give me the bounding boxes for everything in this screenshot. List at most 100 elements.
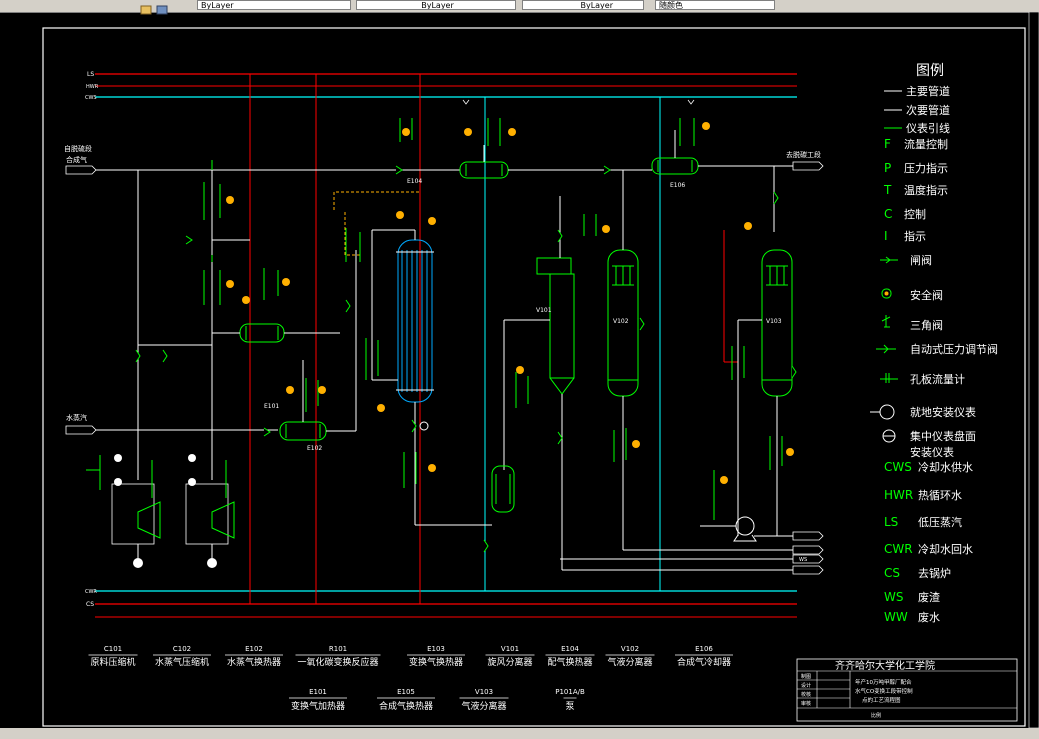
legend-symbol-icon (881, 315, 891, 328)
equipment-tag: E103 (427, 645, 445, 653)
legend-symbol-icon (881, 288, 892, 299)
legend-label: 热循环水 (918, 489, 962, 502)
legend-symbol: CWS (884, 460, 912, 474)
equipment-list-row1: C101 原料压缩机 C102 水蒸气压缩机 E102 水蒸气换热器 R101 一氧化碳变换反… (88, 645, 733, 668)
legend-label: 流量控制 (904, 137, 948, 151)
legend-item: 三角阀 (881, 315, 943, 332)
compressor-c102 (185, 483, 235, 562)
legend-item: CWS 冷却水供水 (884, 460, 973, 474)
instrument-indicators (226, 122, 794, 484)
legend-symbol: P (884, 161, 891, 175)
legend-item: 闸阀 (880, 253, 932, 267)
lineweight-dropdown[interactable]: ByLayer (522, 0, 644, 10)
legend-item: CS 去锅炉 (884, 566, 951, 580)
ls-label: LS (87, 71, 94, 78)
legend-label: 闸阀 (910, 253, 932, 267)
equipment-name: 泵 (565, 701, 574, 712)
equipment-tag: C102 (173, 645, 191, 653)
exchanger-e106 (651, 157, 699, 175)
equipment-list-row2: E101 变换气加热器 E105 合成气换热器 V103 气液分离器 P101A/B 泵 (289, 688, 585, 712)
legend-symbol-icon (876, 344, 896, 354)
legend-item: 就地安装仪表 (870, 404, 976, 420)
equipment-tag: V102 (621, 645, 639, 653)
inlet-syngas-label: 合成气 (66, 155, 87, 164)
exchanger-e104 (459, 161, 509, 179)
linetype-dropdown[interactable]: ByLayer (356, 0, 516, 10)
equipment-entry: R101 一氧化碳变换反应器 (295, 645, 381, 668)
legend-symbol: HWR (884, 488, 913, 502)
status-bar (0, 728, 1039, 739)
ws-outlet-label: WS (799, 557, 807, 563)
exchanger-e105 (491, 465, 515, 513)
title-line-2: 点的工艺流程图 (862, 696, 901, 704)
legend-label: 三角阀 (910, 318, 943, 332)
equipment-tag: E104 (561, 645, 579, 653)
reactor-r101 (396, 230, 434, 431)
title-line-1: 水气CO变换工段带控制 (855, 687, 913, 695)
equipment-entry: P101A/B 泵 (555, 688, 585, 712)
legend-label: 次要管道 (906, 103, 950, 117)
equipment-entry: E103 变换气换热器 (407, 645, 465, 668)
equipment-tag: V103 (475, 688, 493, 696)
tag-v102: V102 (613, 318, 629, 325)
legend-item: T 温度指示 (883, 183, 948, 197)
legend-item: 自动式压力调节阀 (876, 342, 998, 356)
tag-e101: E101 (264, 403, 279, 410)
equipment-entry: E106 合成气冷却器 (675, 645, 733, 668)
legend-label: 低压蒸汽 (918, 515, 962, 529)
exchanger-e102 (239, 323, 285, 343)
legend-symbol: LS (884, 515, 898, 529)
outlet-arrow (792, 161, 824, 171)
outer-frame (42, 27, 1026, 727)
legend-item: 仪表引线 (884, 121, 950, 135)
hwr-label: HWR (86, 84, 99, 90)
tag-v101: V101 (536, 307, 552, 314)
equipment-entry: E105 合成气换热器 (377, 688, 435, 712)
legend-symbol: I (884, 229, 888, 243)
legend-label: 安全阀 (910, 288, 943, 302)
legend-label: 孔板流量计 (910, 372, 965, 386)
legend-item: I 指示 (884, 229, 926, 243)
legend-item: CWR 冷却水回水 (884, 542, 973, 556)
outlet-label: 去脱碳工段 (786, 150, 821, 159)
equipment-name: 一氧化碳变换反应器 (297, 656, 378, 668)
lineweight-dropdown-value: ByLayer (580, 1, 613, 10)
layer-state-icon[interactable] (140, 0, 152, 15)
syngas-inlet-arrow (65, 165, 97, 175)
equipment-name: 气液分离器 (461, 700, 506, 712)
legend-item: 集中仪表盘面 (882, 429, 976, 443)
legend-item: LS 低压蒸汽 (884, 515, 962, 529)
color-dropdown[interactable]: ByLayer (197, 0, 351, 10)
color-dropdown-value: ByLayer (201, 1, 234, 10)
legend-item: 安装仪表 (910, 445, 954, 459)
cws-label: CWS (85, 95, 97, 101)
equipment-tag: E101 (309, 688, 327, 696)
cad-drawing-area[interactable]: LS HWR CWS CWR CS 自脱硫段 合成气 水蒸汽 E101 E102… (0, 11, 1039, 729)
title-block-school: 齐齐哈尔大学化工学院 (835, 659, 935, 672)
legend-item: C 控制 (884, 207, 926, 221)
legend-items: 主要管道次要管道仪表引线 F 流量控制 P 压力指示 T 温度指示 C 控制 I 指示闸阀安全阀三角… (870, 84, 998, 624)
tag-v103: V103 (766, 318, 782, 325)
title-role-3: 审核 (801, 700, 811, 707)
legend-symbol: CS (884, 566, 900, 580)
title-role-0: 制图 (801, 673, 811, 680)
legend-symbol-icon (880, 256, 898, 264)
legend-symbol: T (883, 183, 892, 197)
tag-e106: E106 (670, 182, 685, 189)
equipment-name: 变换气换热器 (409, 656, 463, 668)
equipment-entry: C101 原料压缩机 (88, 645, 138, 668)
legend-label: 就地安装仪表 (910, 405, 976, 419)
plotstyle-dropdown[interactable]: 随颜色 (655, 0, 775, 10)
process-flow-diagram: LS HWR CWS CWR CS 自脱硫段 合成气 水蒸汽 E101 E102… (42, 11, 1039, 729)
equipment-tag: R101 (329, 645, 347, 653)
title-line-0: 年产10万吨甲醇厂配合 (855, 678, 912, 686)
cs-label: CS (86, 601, 94, 608)
legend-item: 次要管道 (884, 103, 950, 117)
legend-symbol: F (884, 137, 891, 151)
equipment-name: 变换气加热器 (291, 700, 345, 712)
equipment-name: 水蒸气压缩机 (155, 656, 209, 668)
inlet-from-desulfur-label: 自脱硫段 (64, 144, 92, 153)
legend-item: 安全阀 (881, 288, 943, 302)
layer-tool-icon[interactable] (156, 0, 168, 15)
legend-label: 控制 (904, 207, 926, 221)
